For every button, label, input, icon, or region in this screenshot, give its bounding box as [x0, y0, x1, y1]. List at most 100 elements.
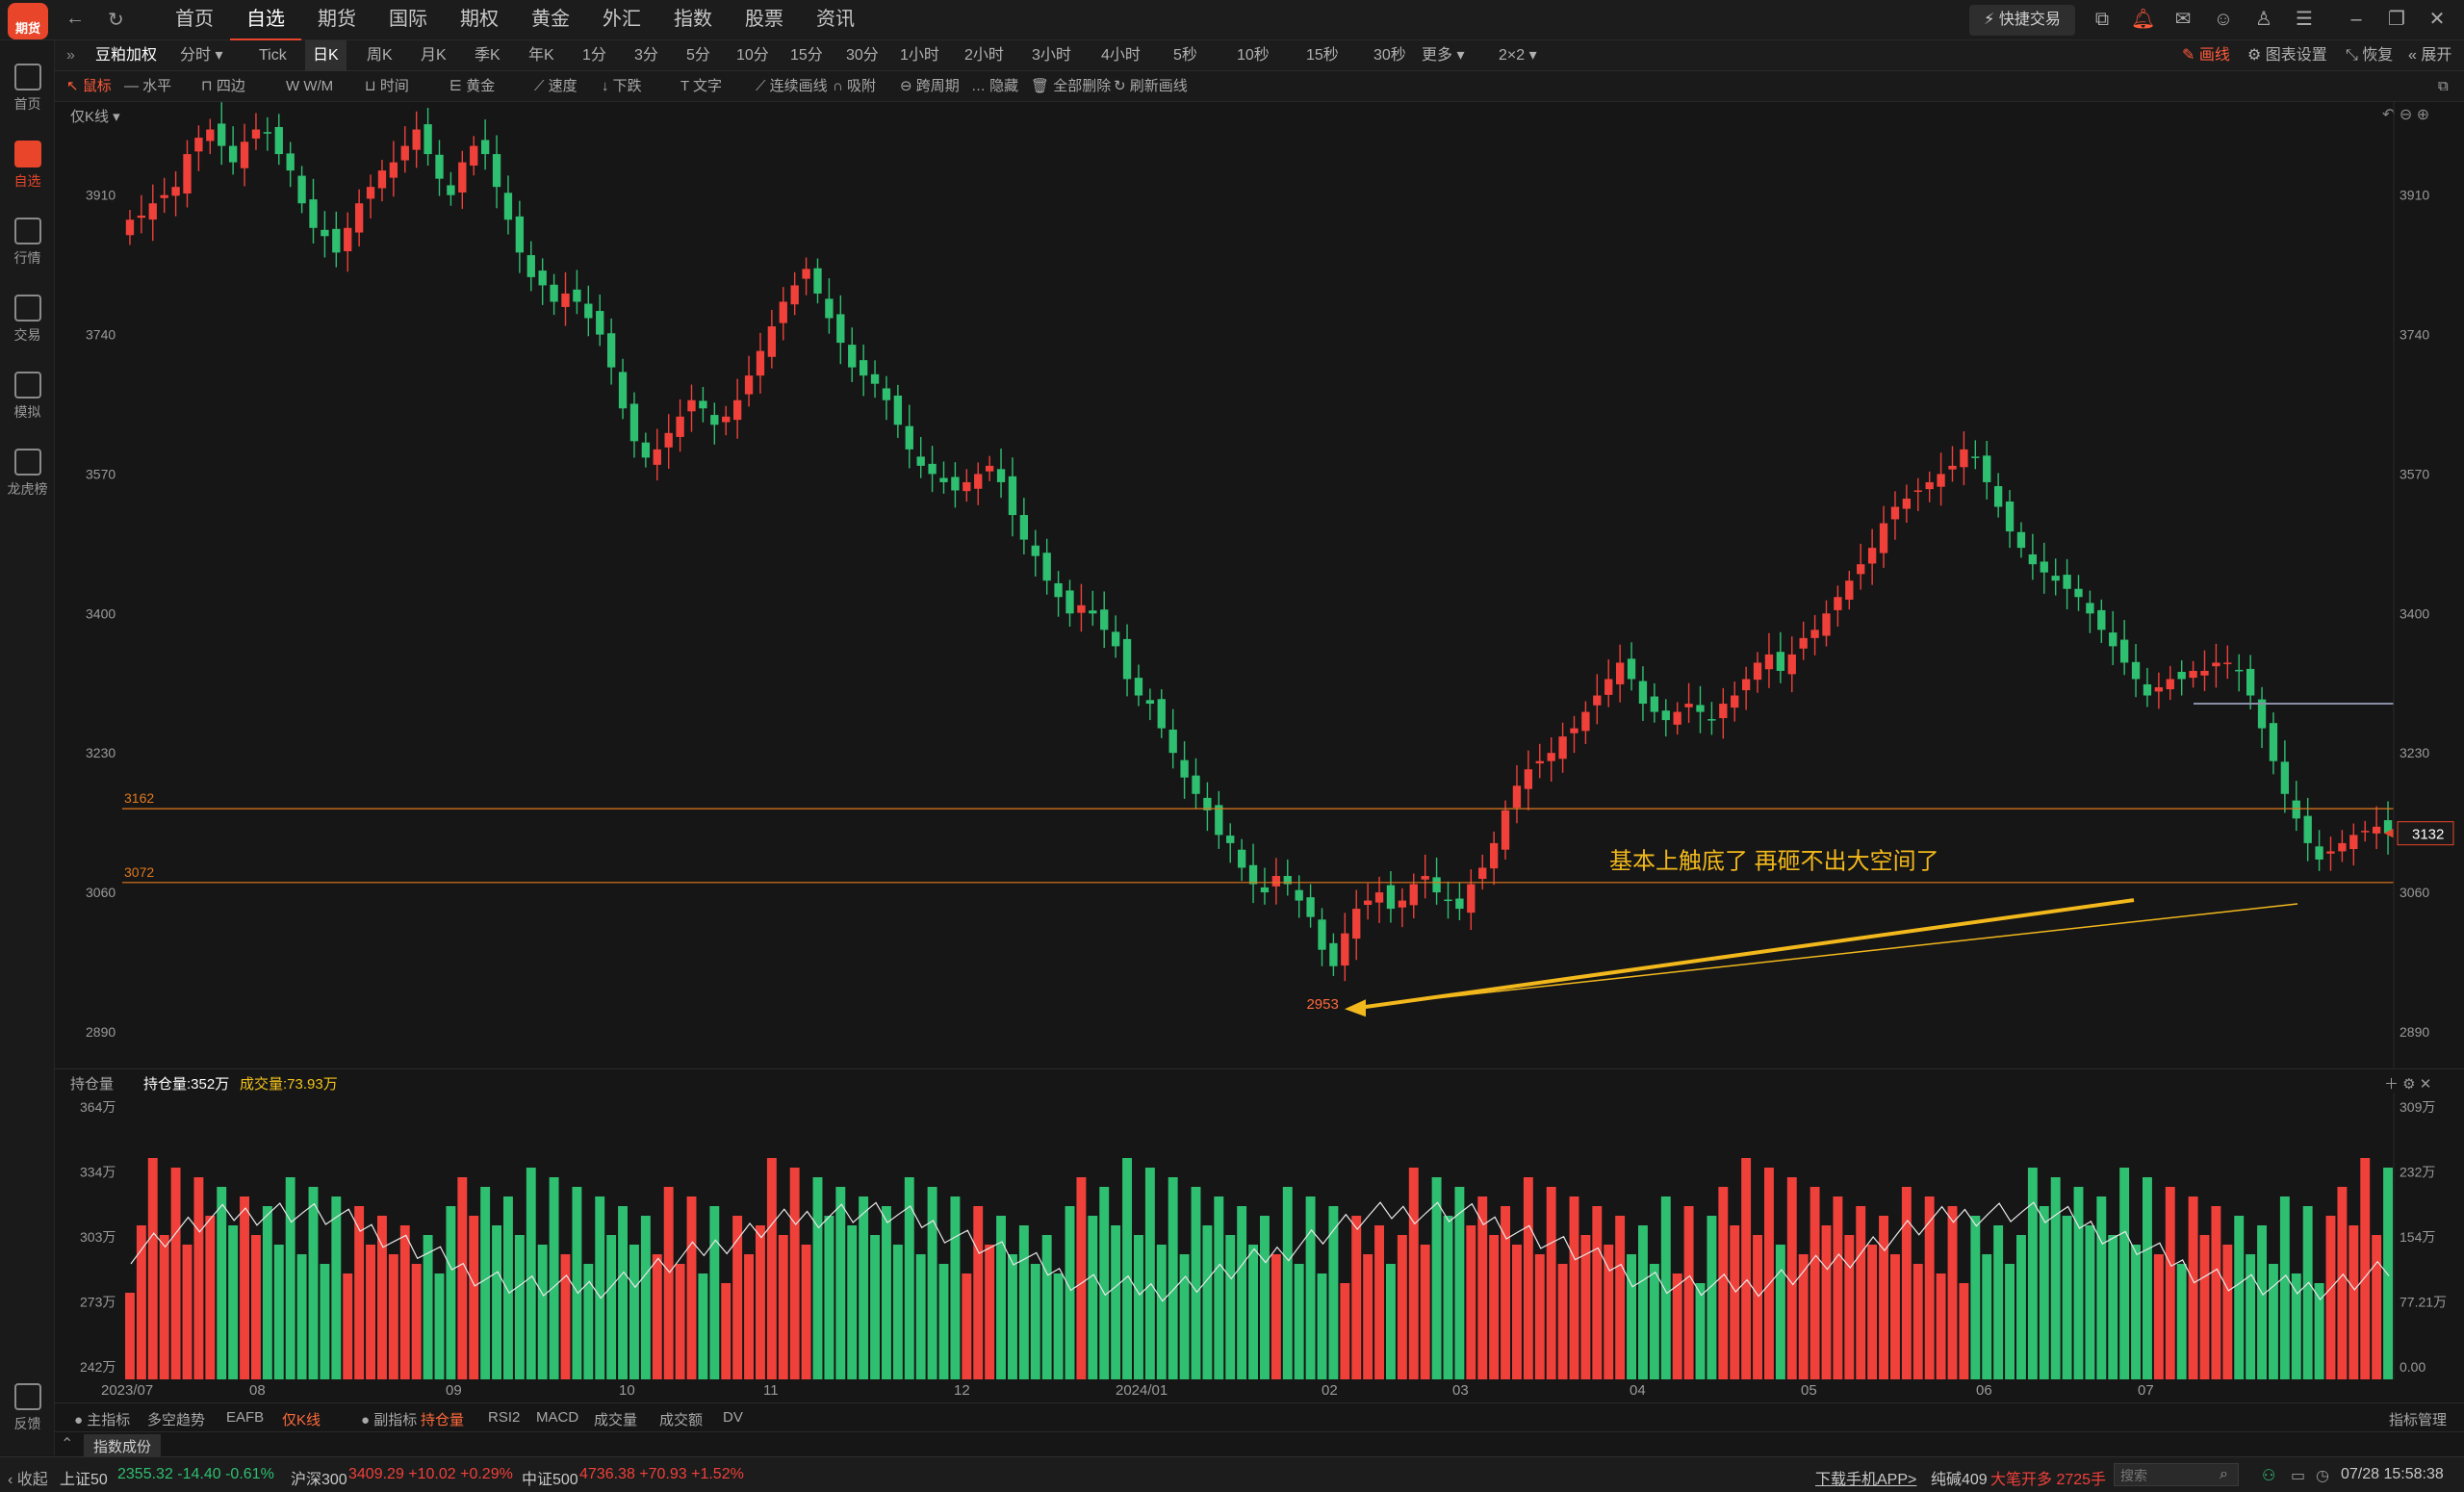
draw-tool-11[interactable]: ⊖ 跨周期 — [900, 71, 960, 102]
draw-tool-13[interactable]: 🗑︎ 全部删除 — [1031, 71, 1111, 102]
period-22[interactable]: 2×2 ▾ — [1499, 40, 1537, 71]
draw-tool-3[interactable]: W W/M — [286, 71, 333, 102]
period-12[interactable]: 30分 — [846, 40, 879, 71]
period-20[interactable]: 30秒 — [1373, 40, 1406, 71]
draw-tool-10[interactable]: ∩ 吸附 — [833, 71, 876, 102]
top-tab-3[interactable]: 国际 — [372, 0, 444, 40]
top-tab-1[interactable]: 自选 — [230, 0, 301, 40]
skin-icon[interactable]: ♙ — [2252, 8, 2275, 31]
app-logo[interactable]: 期货 — [8, 3, 48, 39]
alert-bell-icon[interactable]: 🔔︎ — [2131, 8, 2155, 31]
period-2[interactable]: 日K — [305, 40, 346, 71]
period-13[interactable]: 1小时 — [900, 40, 939, 71]
user-icon[interactable]: ☺ — [2212, 8, 2235, 31]
period-7[interactable]: 1分 — [582, 40, 606, 71]
sidebar-item-3[interactable]: 交易 — [0, 295, 55, 345]
popout-icon[interactable]: ⧉ — [2438, 71, 2449, 102]
top-tab-2[interactable]: 期货 — [301, 0, 372, 40]
volume-dropdown[interactable]: 持仓量 — [70, 1073, 114, 1093]
period-21[interactable]: 更多 ▾ — [1422, 40, 1464, 71]
period-6[interactable]: 年K — [528, 40, 554, 71]
indicator-tab-8[interactable]: 成交量 — [594, 1409, 637, 1429]
top-tab-4[interactable]: 期权 — [444, 0, 515, 40]
period-19[interactable]: 15秒 — [1306, 40, 1339, 71]
draw-tool-14[interactable]: ↻ 刷新画线 — [1114, 71, 1188, 102]
period-1[interactable]: Tick — [259, 40, 287, 71]
period-16[interactable]: 4小时 — [1101, 40, 1141, 71]
display-icon[interactable]: ▭ — [2291, 1466, 2305, 1485]
refresh-icon[interactable]: ↻ — [108, 8, 124, 32]
draw-tool-8[interactable]: T 文字 — [680, 71, 722, 102]
sidebar-item-4[interactable]: 模拟 — [0, 372, 55, 422]
draw-tool-2[interactable]: ⊓ 四边 — [201, 71, 245, 102]
draw-tool-4[interactable]: ⊔ 时间 — [365, 71, 409, 102]
draw-tool-12[interactable]: … 隐藏 — [971, 71, 1018, 102]
indicator-tab-9[interactable]: 成交额 — [659, 1409, 703, 1429]
indicator-tab-6[interactable]: RSI2 — [488, 1409, 520, 1426]
draw-tool-5[interactable]: ⋿ 黄金 — [449, 71, 495, 102]
close-icon[interactable]: ✕ — [2426, 8, 2449, 31]
indicator-tab-3[interactable]: 仅K线 — [282, 1409, 321, 1429]
top-tab-0[interactable]: 首页 — [159, 0, 230, 40]
period-15[interactable]: 3小时 — [1032, 40, 1071, 71]
period-10[interactable]: 10分 — [736, 40, 769, 71]
volume-chart[interactable]: 364万 309万 334万 232万 303万 154万 273万 77.21万 242万 0.… — [55, 1093, 2464, 1379]
period-5[interactable]: 季K — [475, 40, 500, 71]
collapse-icon[interactable]: ⌃ — [61, 1434, 73, 1453]
top-tab-7[interactable]: 指数 — [657, 0, 729, 40]
draw-tool-0[interactable]: ↖ 鼠标 — [66, 71, 112, 102]
minimize-icon[interactable]: – — [2345, 8, 2368, 31]
period-17[interactable]: 5秒 — [1173, 40, 1197, 71]
window-icon[interactable]: ⧉ — [2091, 8, 2114, 31]
volume-tools-icon[interactable]: ＋ ⚙ ✕ — [2384, 1073, 2431, 1093]
toolbar-right-3[interactable]: « 展开 — [2408, 40, 2451, 71]
search-icon[interactable]: ⌕ — [2220, 1466, 2228, 1483]
toolbar-right-0[interactable]: ✎ 画线 — [2182, 40, 2230, 71]
download-app-link[interactable]: 下载手机APP> — [1815, 1466, 1916, 1489]
indicator-tab-5[interactable]: 持仓量 — [421, 1409, 464, 1429]
indicator-tab-0[interactable]: ● 主指标 — [74, 1409, 130, 1429]
period-8[interactable]: 3分 — [634, 40, 658, 71]
index-name[interactable]: 中证500 — [522, 1466, 578, 1489]
top-tab-5[interactable]: 黄金 — [515, 0, 586, 40]
feedback-button[interactable]: 反馈 — [0, 1383, 55, 1433]
draw-tool-7[interactable]: ↓ 下跌 — [602, 71, 642, 102]
quick-trade-button[interactable]: ⚡ 快捷交易 — [1969, 5, 2075, 36]
index-name[interactable]: 上证50 — [60, 1466, 108, 1489]
period-4[interactable]: 月K — [421, 40, 447, 71]
toolbar-right-2[interactable]: ⤡ 恢复 — [2346, 40, 2393, 71]
draw-tool-9[interactable]: ⟋ 连续画线 — [756, 71, 828, 102]
sidebar-item-5[interactable]: 龙虎榜 — [0, 449, 55, 499]
menu-icon[interactable]: ☰ — [2293, 8, 2316, 31]
draw-tool-1[interactable]: — 水平 — [124, 71, 171, 102]
collapse-button[interactable]: ‹ 收起 — [8, 1466, 48, 1489]
kline-svg[interactable]: 仅K线 ▾ 3910 3910 3740 3740 3570 3570 3400 3400 323… — [55, 102, 2464, 1068]
sidebar-item-0[interactable]: 首页 — [0, 64, 55, 114]
indicator-tab-4[interactable]: ● 副指标 — [361, 1409, 417, 1429]
top-tab-6[interactable]: 外汇 — [586, 0, 657, 40]
period-18[interactable]: 10秒 — [1237, 40, 1270, 71]
top-tab-8[interactable]: 股票 — [729, 0, 800, 40]
period-0[interactable]: 分时 ▾ — [180, 40, 222, 71]
restore-icon[interactable]: ❐ — [2385, 8, 2408, 31]
period-9[interactable]: 5分 — [686, 40, 710, 71]
expand-icon[interactable]: » — [66, 40, 75, 71]
indicator-manage[interactable]: 指标管理 — [2389, 1409, 2447, 1429]
symbol-name[interactable]: 豆粕加权 — [95, 40, 157, 71]
period-14[interactable]: 2小时 — [964, 40, 1004, 71]
toolbar-right-1[interactable]: ⚙ 图表设置 — [2247, 40, 2327, 71]
indicator-tab-1[interactable]: 多空趋势 — [147, 1409, 205, 1429]
indicator-tab-10[interactable]: DV — [723, 1409, 743, 1426]
top-tab-9[interactable]: 资讯 — [800, 0, 871, 40]
indicator-tab-2[interactable]: EAFB — [226, 1409, 264, 1426]
main-kline-chart[interactable]: 仅K线 ▾ 3910 3910 3740 3740 3570 3570 3400 3400 323… — [55, 102, 2464, 1068]
draw-tool-6[interactable]: ⟋ 速度 — [534, 71, 578, 102]
tab-index-components[interactable]: 指数成份 — [84, 1434, 162, 1458]
sidebar-item-2[interactable]: 行情 — [0, 218, 55, 268]
back-icon[interactable]: ← — [65, 8, 85, 30]
period-11[interactable]: 15分 — [790, 40, 823, 71]
index-name[interactable]: 沪深300 — [291, 1466, 347, 1489]
mail-icon[interactable]: ✉ — [2171, 8, 2194, 31]
sidebar-item-1[interactable]: 自选 — [0, 141, 55, 191]
period-3[interactable]: 周K — [367, 40, 393, 71]
